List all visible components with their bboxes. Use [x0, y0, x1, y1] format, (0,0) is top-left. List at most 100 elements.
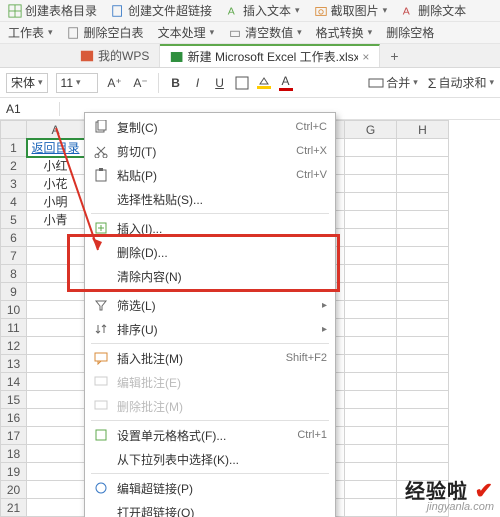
row-header[interactable]: 4: [1, 193, 27, 211]
row-header[interactable]: 5: [1, 211, 27, 229]
cell[interactable]: [27, 499, 85, 517]
menu-open-hyperlink[interactable]: 打开超链接(O): [85, 500, 335, 517]
cell[interactable]: [345, 463, 397, 481]
cell[interactable]: [397, 355, 449, 373]
cell[interactable]: [397, 211, 449, 229]
cell[interactable]: [397, 247, 449, 265]
cell[interactable]: [345, 427, 397, 445]
row-header[interactable]: 6: [1, 229, 27, 247]
cell[interactable]: [345, 301, 397, 319]
row-header[interactable]: 17: [1, 427, 27, 445]
row-header[interactable]: 14: [1, 373, 27, 391]
cell[interactable]: [397, 265, 449, 283]
cell[interactable]: [345, 391, 397, 409]
cell[interactable]: [27, 373, 85, 391]
cell[interactable]: [397, 445, 449, 463]
menu-format-cells[interactable]: 设置单元格格式(F)... Ctrl+1: [85, 423, 335, 447]
row-header[interactable]: 13: [1, 355, 27, 373]
row-header[interactable]: 20: [1, 481, 27, 499]
row-header[interactable]: 16: [1, 409, 27, 427]
menu-paste-special[interactable]: 选择性粘贴(S)...: [85, 187, 335, 211]
cell[interactable]: [397, 391, 449, 409]
delete-blank-sheet-button[interactable]: 删除空白表: [67, 24, 144, 41]
cell[interactable]: [345, 499, 397, 517]
cell[interactable]: [345, 283, 397, 301]
cell[interactable]: [397, 427, 449, 445]
delete-text-button[interactable]: A 删除文本: [401, 2, 466, 19]
col-header[interactable]: H: [397, 121, 449, 139]
cell[interactable]: [345, 157, 397, 175]
cell[interactable]: [345, 445, 397, 463]
cell[interactable]: [27, 337, 85, 355]
cell[interactable]: [397, 319, 449, 337]
menu-edit-hyperlink[interactable]: 编辑超链接(P): [85, 476, 335, 500]
cell[interactable]: [345, 319, 397, 337]
row-header[interactable]: 18: [1, 445, 27, 463]
cell[interactable]: [397, 193, 449, 211]
cell[interactable]: [27, 283, 85, 301]
cell[interactable]: [27, 409, 85, 427]
cell[interactable]: 小花: [27, 175, 85, 193]
font-color-button[interactable]: A: [277, 74, 295, 92]
clear-values-button[interactable]: 清空数值▾: [228, 24, 302, 41]
tab-workbook[interactable]: 新建 Microsoft Excel 工作表.xlsx * ×: [160, 44, 380, 67]
cell[interactable]: [397, 409, 449, 427]
menu-delete[interactable]: 删除(D)...: [85, 240, 335, 264]
cell[interactable]: [27, 391, 85, 409]
menu-pick-from-dropdown[interactable]: 从下拉列表中选择(K)...: [85, 447, 335, 471]
select-all-corner[interactable]: [1, 121, 27, 139]
cell[interactable]: [27, 265, 85, 283]
increase-font-button[interactable]: A⁺: [106, 74, 124, 92]
create-file-hyperlink-button[interactable]: 创建文件超链接: [111, 2, 212, 19]
border-button[interactable]: [233, 74, 251, 92]
row-header[interactable]: 2: [1, 157, 27, 175]
new-tab-button[interactable]: +: [380, 48, 408, 64]
menu-paste[interactable]: 粘贴(P) Ctrl+V: [85, 163, 335, 187]
cell[interactable]: [345, 265, 397, 283]
menu-sort[interactable]: 排序(U) ▸: [85, 317, 335, 341]
cell[interactable]: 小青: [27, 211, 85, 229]
create-table-toc-button[interactable]: 创建表格目录: [8, 2, 97, 19]
menu-insert[interactable]: 插入(I)...: [85, 216, 335, 240]
fill-color-button[interactable]: [255, 74, 273, 92]
cell[interactable]: [397, 229, 449, 247]
cell[interactable]: [27, 355, 85, 373]
text-process-button[interactable]: 文本处理▾: [158, 24, 215, 41]
cell[interactable]: [345, 229, 397, 247]
cell[interactable]: [345, 337, 397, 355]
italic-button[interactable]: I: [189, 74, 207, 92]
cell[interactable]: [397, 337, 449, 355]
cell[interactable]: [27, 301, 85, 319]
merge-menu[interactable]: 合并▾: [368, 74, 418, 92]
underline-button[interactable]: U: [211, 74, 229, 92]
cell[interactable]: [27, 229, 85, 247]
row-header[interactable]: 1: [1, 139, 27, 157]
menu-copy[interactable]: 复制(C) Ctrl+C: [85, 115, 335, 139]
cell[interactable]: [345, 175, 397, 193]
cell[interactable]: 小明: [27, 193, 85, 211]
cell-A1[interactable]: 返回目录: [27, 139, 85, 157]
cell[interactable]: [27, 319, 85, 337]
row-header[interactable]: 15: [1, 391, 27, 409]
font-size-select[interactable]: 11▾: [56, 73, 98, 93]
cell[interactable]: [27, 427, 85, 445]
cell[interactable]: [345, 481, 397, 499]
cell[interactable]: [397, 139, 449, 157]
row-header[interactable]: 7: [1, 247, 27, 265]
row-header[interactable]: 9: [1, 283, 27, 301]
col-header[interactable]: G: [345, 121, 397, 139]
row-header[interactable]: 3: [1, 175, 27, 193]
menu-clear-content[interactable]: 清除内容(N): [85, 264, 335, 288]
tab-my-wps[interactable]: 我的WPS: [70, 44, 160, 67]
cell[interactable]: [345, 373, 397, 391]
cell[interactable]: [397, 301, 449, 319]
cell[interactable]: [27, 445, 85, 463]
cell[interactable]: [397, 157, 449, 175]
format-convert-button[interactable]: 格式转换▾: [316, 24, 373, 41]
row-header[interactable]: 8: [1, 265, 27, 283]
cell[interactable]: [397, 373, 449, 391]
cell[interactable]: [345, 247, 397, 265]
cell[interactable]: [345, 139, 397, 157]
name-box[interactable]: A1: [0, 102, 60, 116]
cell[interactable]: [345, 355, 397, 373]
